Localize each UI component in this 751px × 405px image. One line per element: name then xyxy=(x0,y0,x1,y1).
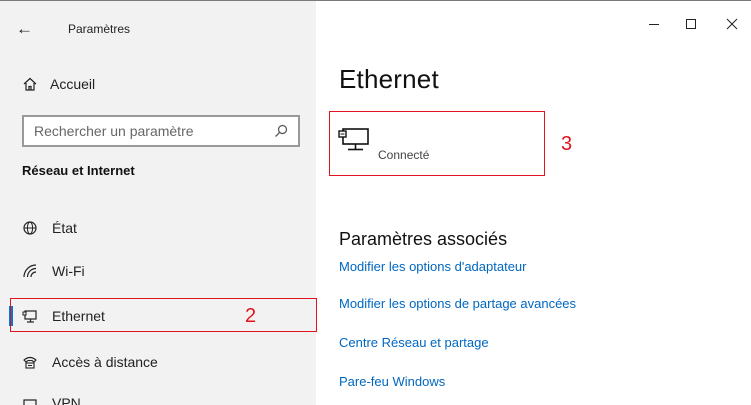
minimize-button[interactable] xyxy=(644,14,664,34)
maximize-icon xyxy=(686,19,696,29)
related-settings-heading: Paramètres associés xyxy=(339,229,508,249)
link-adapter-options[interactable]: Modifier les options d'adaptateur xyxy=(339,259,526,274)
home-label: Accueil xyxy=(50,76,96,92)
sidebar-item-label: Wi-Fi xyxy=(52,263,85,279)
back-arrow-icon[interactable]: ← xyxy=(16,19,33,39)
annotation-number-2: 2 xyxy=(245,305,257,327)
link-windows-firewall[interactable]: Pare-feu Windows xyxy=(339,374,445,389)
sidebar-item-label: Accès à distance xyxy=(52,354,158,370)
search-input[interactable] xyxy=(34,123,274,139)
annotation-number-3: 3 xyxy=(561,133,573,155)
minimize-icon xyxy=(649,24,659,25)
close-button[interactable] xyxy=(722,14,742,34)
globe-icon xyxy=(23,221,37,235)
dialup-icon xyxy=(23,356,37,369)
sidebar: ← Paramètres Accueil Réseau et Internet … xyxy=(0,1,316,405)
sidebar-item-acces-distance[interactable]: Accès à distance xyxy=(0,344,316,380)
wifi-icon xyxy=(23,264,37,278)
sidebar-item-wifi[interactable]: Wi-Fi xyxy=(0,253,316,289)
annotation-box-connection xyxy=(329,111,545,176)
vpn-icon xyxy=(23,399,37,405)
search-box[interactable] xyxy=(22,115,300,147)
home-link[interactable]: Accueil xyxy=(22,73,95,95)
link-advanced-sharing[interactable]: Modifier les options de partage avancées xyxy=(339,296,576,311)
sidebar-item-label: État xyxy=(52,220,77,236)
search-icon[interactable] xyxy=(274,124,288,138)
close-icon xyxy=(726,18,738,30)
sidebar-item-vpn[interactable]: VPN xyxy=(0,385,316,405)
home-icon xyxy=(23,77,37,91)
app-title: Paramètres xyxy=(68,22,131,36)
sidebar-item-label: VPN xyxy=(52,395,81,405)
annotation-box-sidebar xyxy=(10,298,317,332)
maximize-button[interactable] xyxy=(681,14,701,34)
sidebar-item-etat[interactable]: État xyxy=(0,210,316,246)
section-title: Réseau et Internet xyxy=(22,163,135,178)
page-title: Ethernet xyxy=(339,64,439,94)
link-network-center[interactable]: Centre Réseau et partage xyxy=(339,335,489,350)
